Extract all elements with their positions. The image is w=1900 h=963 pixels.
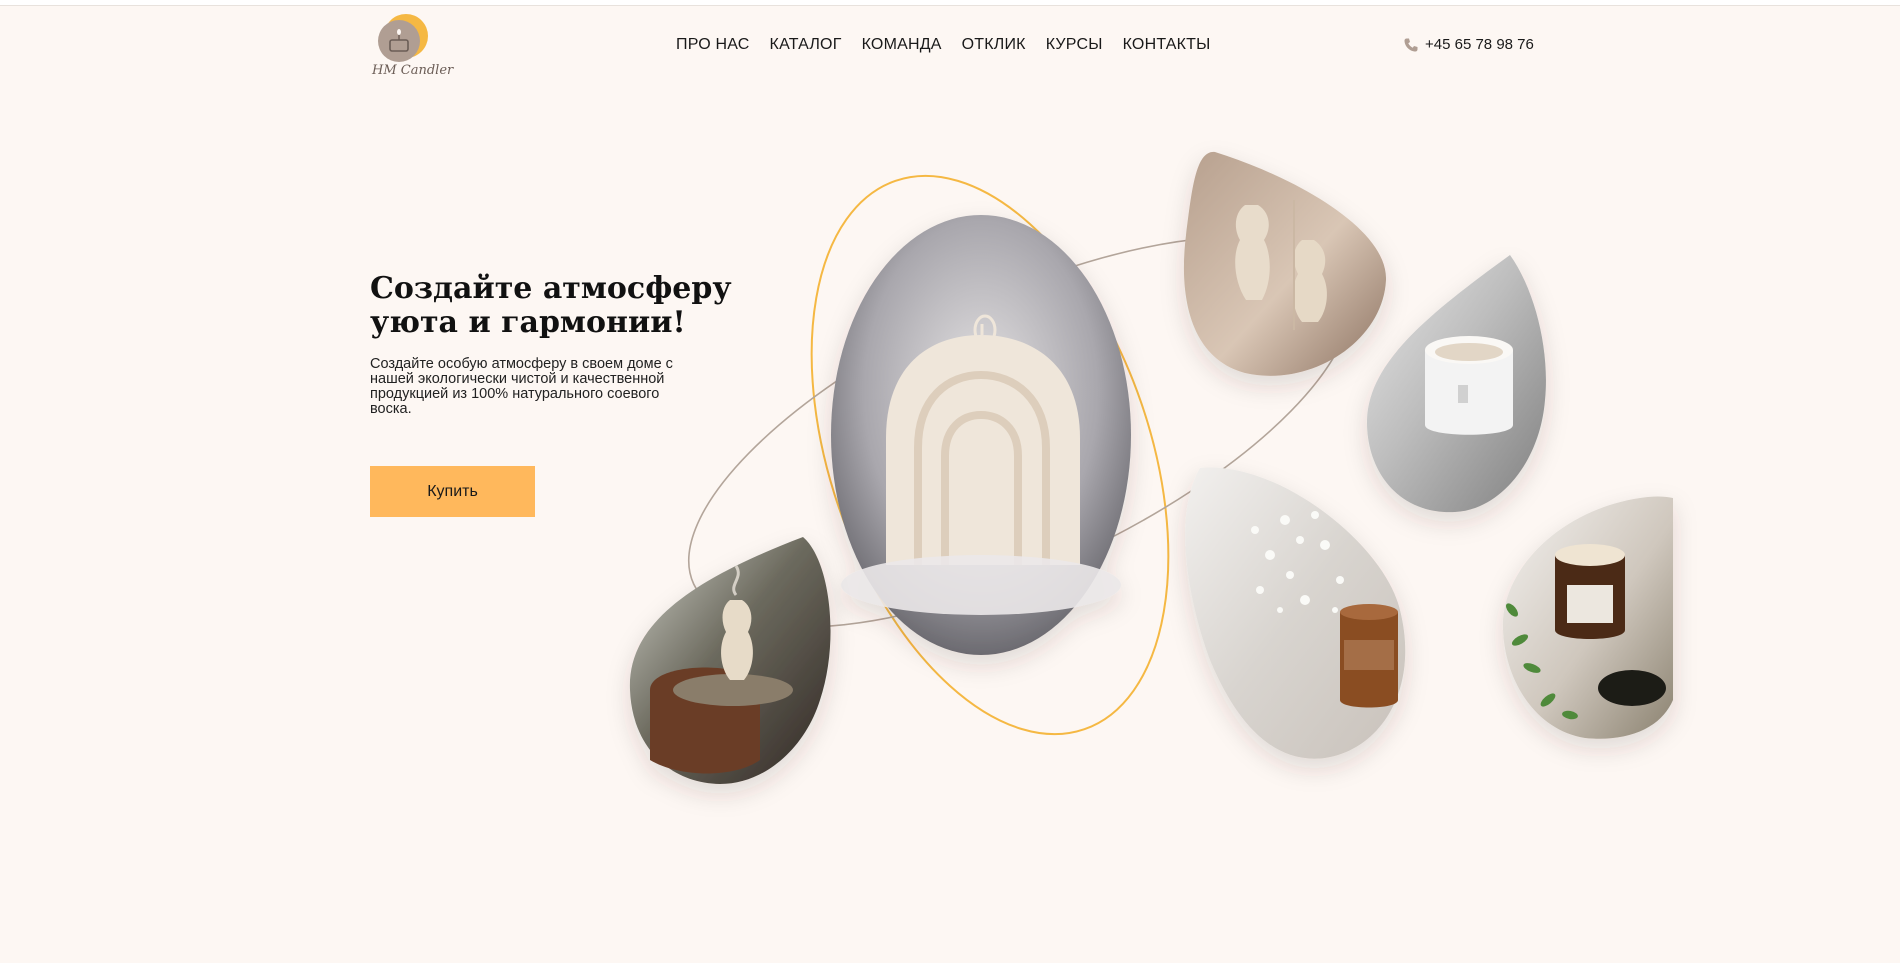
landing-page: HM Candler ПРО НАС КАТАЛОГ КОМАНДА ОТКЛИ… [0,0,1900,963]
photo-arch-candle[interactable] [831,215,1131,655]
photo-candle-sheets[interactable] [1366,255,1546,513]
photo-body-candles[interactable] [1183,151,1387,376]
photo-amber-jar-flowers[interactable] [1185,467,1406,759]
photo-candle-jar-greenery[interactable] [1502,496,1673,739]
photo-body-candle-wood[interactable] [629,537,831,784]
photo-collage [629,151,1673,784]
